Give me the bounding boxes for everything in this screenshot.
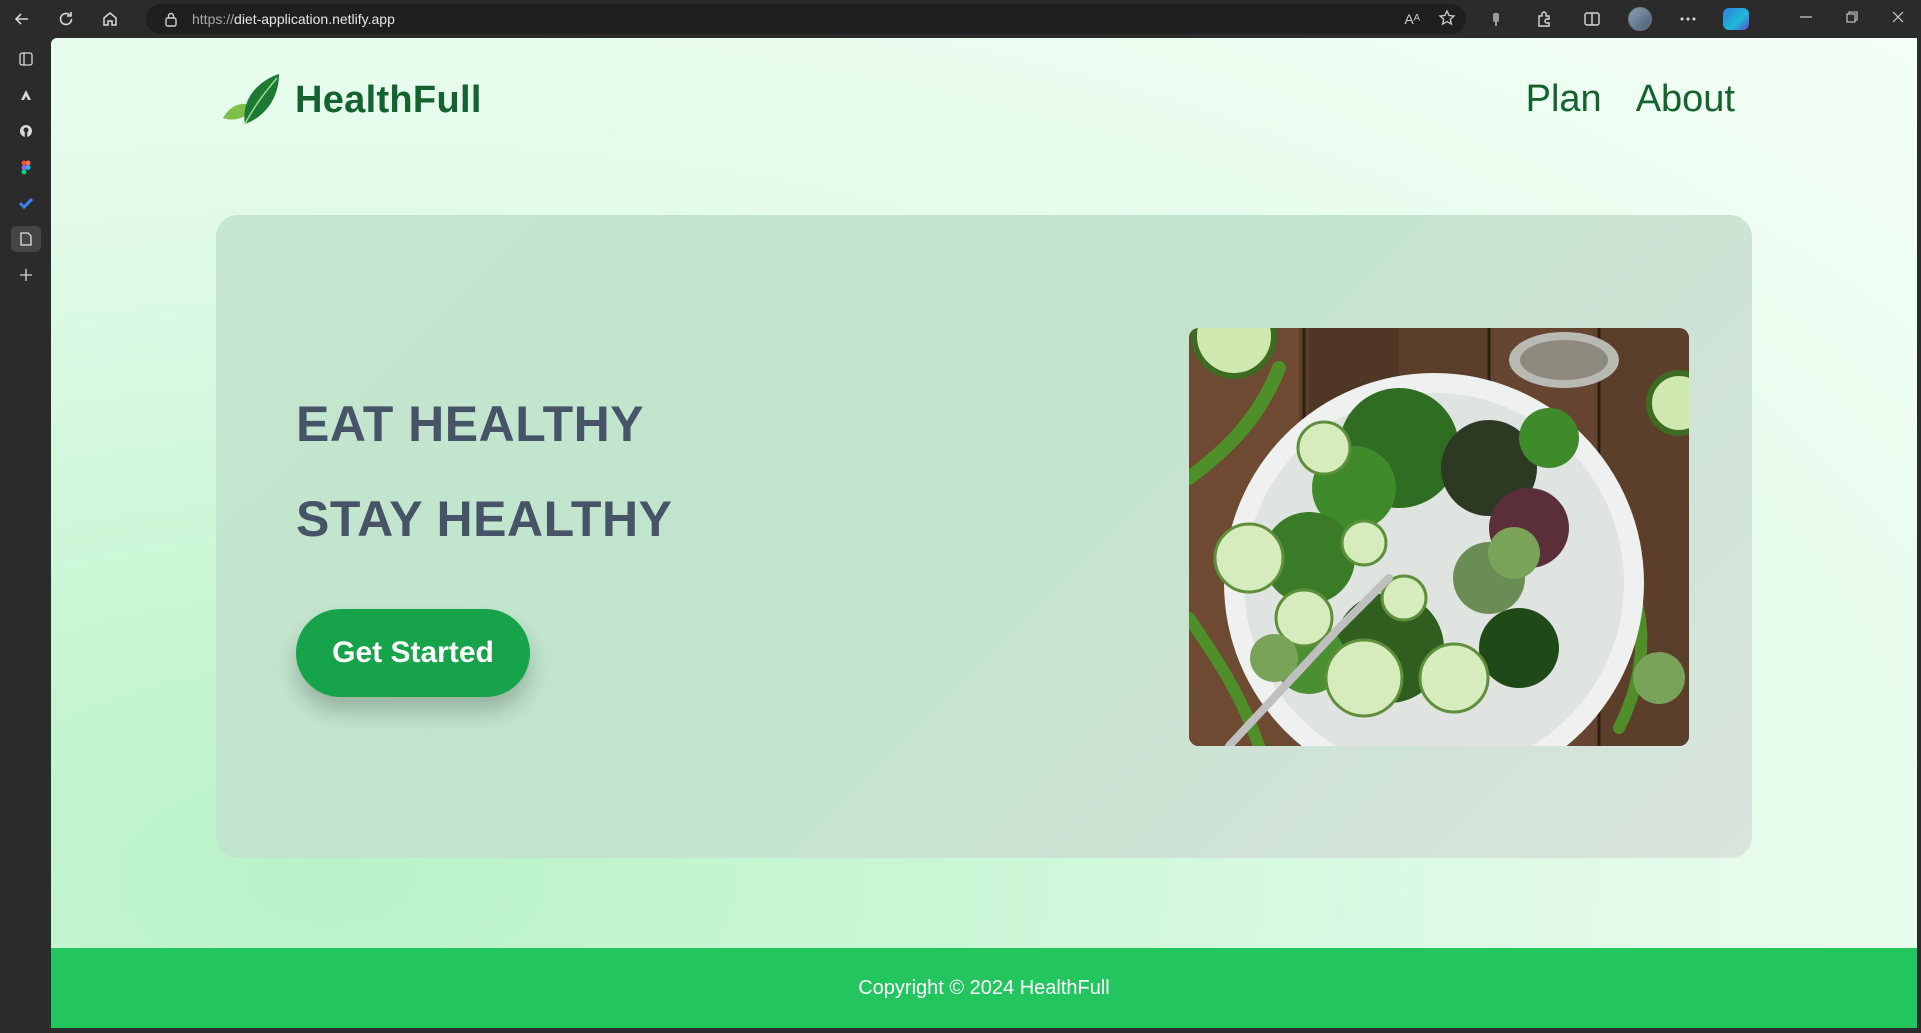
get-started-button[interactable]: Get Started xyxy=(296,609,530,697)
github-icon[interactable] xyxy=(11,118,41,144)
split-screen-icon[interactable] xyxy=(1570,0,1614,38)
more-icon[interactable] xyxy=(1666,0,1710,38)
brand-name: HealthFull xyxy=(295,78,482,121)
site-footer: Copyright © 2024 HealthFull xyxy=(51,948,1917,1028)
browser-sidebar xyxy=(0,38,51,1033)
salad-plate-image xyxy=(1189,328,1689,746)
url-host: diet-application.netlify.app xyxy=(234,11,395,27)
profile-avatar xyxy=(1628,7,1652,31)
home-icon xyxy=(103,12,117,26)
hero-card: EAT HEALTHY STAY HEALTHY Get Started xyxy=(216,215,1752,858)
favorite-star-icon[interactable] xyxy=(1438,8,1456,30)
todo-icon[interactable] xyxy=(11,190,41,216)
add-icon[interactable] xyxy=(11,262,41,288)
browser-toolbar: https://diet-application.netlify.app Aᴬ xyxy=(0,0,1921,38)
home-button[interactable] xyxy=(88,0,132,38)
extensions-icon[interactable] xyxy=(1522,0,1566,38)
address-bar[interactable]: https://diet-application.netlify.app Aᴬ xyxy=(146,4,1466,34)
leaf-logo-icon xyxy=(223,74,279,125)
minimize-button[interactable] xyxy=(1783,0,1829,34)
url-text: https://diet-application.netlify.app xyxy=(192,11,395,27)
read-aloud-icon[interactable]: Aᴬ xyxy=(1404,11,1420,27)
profile-button[interactable] xyxy=(1618,0,1662,38)
copilot-icon xyxy=(1723,8,1749,30)
refresh-icon xyxy=(59,12,73,26)
site-logo[interactable]: HealthFull xyxy=(221,72,482,128)
copilot-button[interactable] xyxy=(1714,0,1758,38)
figma-icon[interactable] xyxy=(11,154,41,180)
close-window-button[interactable] xyxy=(1875,0,1921,34)
nav-link-plan[interactable]: Plan xyxy=(1526,78,1602,121)
back-icon xyxy=(14,13,28,25)
nav-link-about[interactable]: About xyxy=(1636,78,1735,121)
lock-icon xyxy=(162,10,180,28)
tab-actions-icon[interactable] xyxy=(11,46,41,72)
hero-line-eat: EAT HEALTHY xyxy=(296,396,645,452)
hero-line-stay: STAY HEALTHY xyxy=(296,491,673,547)
hero-heading: EAT HEALTHY STAY HEALTHY xyxy=(296,399,672,544)
page-icon[interactable] xyxy=(10,226,41,252)
extension-pin-icon[interactable] xyxy=(1474,0,1518,38)
restore-button[interactable] xyxy=(1829,0,1875,34)
page-viewport: HealthFull Plan About EAT HEALTHY STAY H… xyxy=(51,38,1917,1028)
copyright-text: Copyright © 2024 HealthFull xyxy=(858,976,1110,999)
main-nav: Plan About xyxy=(1526,78,1735,121)
back-button[interactable] xyxy=(0,0,44,38)
site-header: HealthFull Plan About xyxy=(51,38,1917,178)
adobe-icon[interactable] xyxy=(11,82,41,108)
url-protocol: https:// xyxy=(192,11,235,27)
refresh-button[interactable] xyxy=(44,0,88,38)
